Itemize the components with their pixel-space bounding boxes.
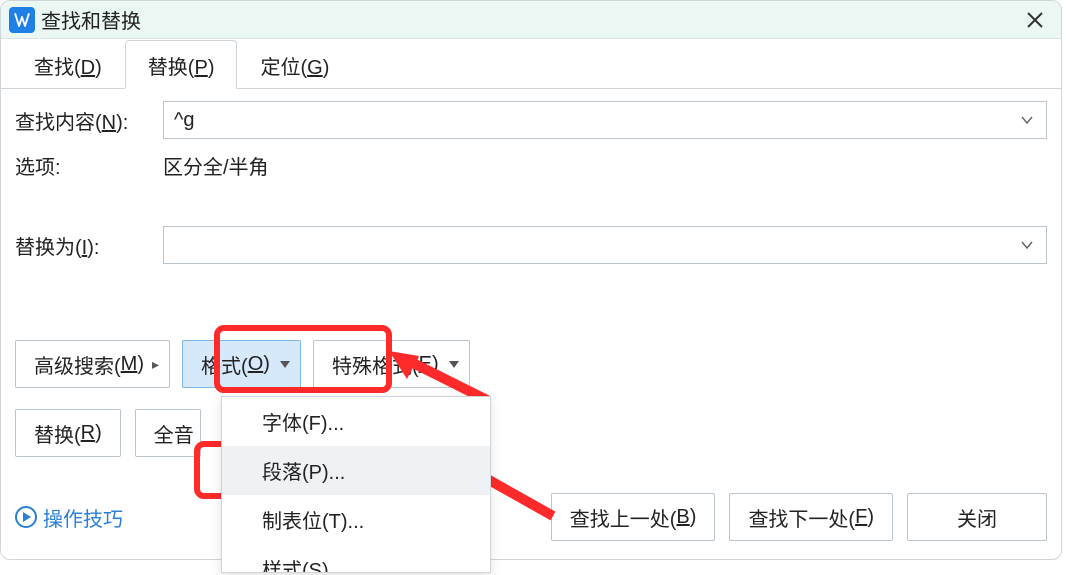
options-label: 选项: xyxy=(15,151,163,180)
search-buttons-row: 高级搜索(M) ▸ 格式(O) 特殊格式(E) xyxy=(1,340,1061,388)
find-content-row: 查找内容(N): ^g xyxy=(1,95,1061,145)
replace-with-label: 替换为(I): xyxy=(15,231,163,260)
dialog-title: 查找和替换 xyxy=(41,5,141,34)
bottom-bar: 操作技巧 查找上一处(B) 查找下一处(F) 关闭 xyxy=(1,493,1061,541)
tab-find[interactable]: 查找(D) xyxy=(11,40,125,88)
app-icon xyxy=(9,7,35,33)
options-row: 选项: 区分全/半角 xyxy=(1,145,1061,186)
advanced-search-button[interactable]: 高级搜索(M) ▸ xyxy=(15,340,170,388)
tips-label: 操作技巧 xyxy=(43,503,123,532)
dropdown-triangle-icon xyxy=(449,361,459,368)
dropdown-triangle-icon xyxy=(280,361,290,368)
replace-button[interactable]: 替换(R) xyxy=(15,409,121,457)
menu-item-paragraph[interactable]: 段落(P)... xyxy=(222,446,490,495)
replace-with-input[interactable] xyxy=(163,226,1047,264)
special-format-button[interactable]: 特殊格式(E) xyxy=(313,340,470,388)
tab-bar: 查找(D) 替换(P) 定位(G) xyxy=(1,39,1061,89)
close-button[interactable]: 关闭 xyxy=(907,493,1047,541)
titlebar: 查找和替换 xyxy=(1,1,1061,39)
action-buttons-row: 替换(R) 全音 xyxy=(15,409,201,457)
replace-all-button-partial[interactable]: 全音 xyxy=(135,409,201,457)
find-replace-dialog: 查找和替换 查找(D) 替换(P) 定位(G) 查找内容(N): ^g 选项: … xyxy=(0,0,1062,560)
find-content-value: ^g xyxy=(174,109,1018,132)
menu-item-style-partial[interactable]: 样式(S) xyxy=(222,544,490,572)
tips-link[interactable]: 操作技巧 xyxy=(15,503,123,532)
options-value: 区分全/半角 xyxy=(163,151,269,180)
chevron-down-icon[interactable] xyxy=(1018,111,1036,129)
tab-replace[interactable]: 替换(P) xyxy=(125,40,238,89)
play-circle-icon xyxy=(15,506,37,528)
menu-item-font[interactable]: 字体(F)... xyxy=(222,397,490,446)
format-dropdown-menu: 字体(F)... 段落(P)... 制表位(T)... 样式(S) xyxy=(221,396,491,573)
close-icon[interactable] xyxy=(1017,5,1053,35)
find-next-button[interactable]: 查找下一处(F) xyxy=(729,493,893,541)
replace-with-row: 替换为(I): xyxy=(1,220,1061,270)
find-prev-button[interactable]: 查找上一处(B) xyxy=(551,493,716,541)
tab-goto[interactable]: 定位(G) xyxy=(237,40,352,88)
find-content-label: 查找内容(N): xyxy=(15,106,163,135)
chevron-down-icon[interactable] xyxy=(1018,236,1036,254)
format-button[interactable]: 格式(O) xyxy=(182,340,301,388)
menu-item-tabs[interactable]: 制表位(T)... xyxy=(222,495,490,544)
find-content-input[interactable]: ^g xyxy=(163,101,1047,139)
